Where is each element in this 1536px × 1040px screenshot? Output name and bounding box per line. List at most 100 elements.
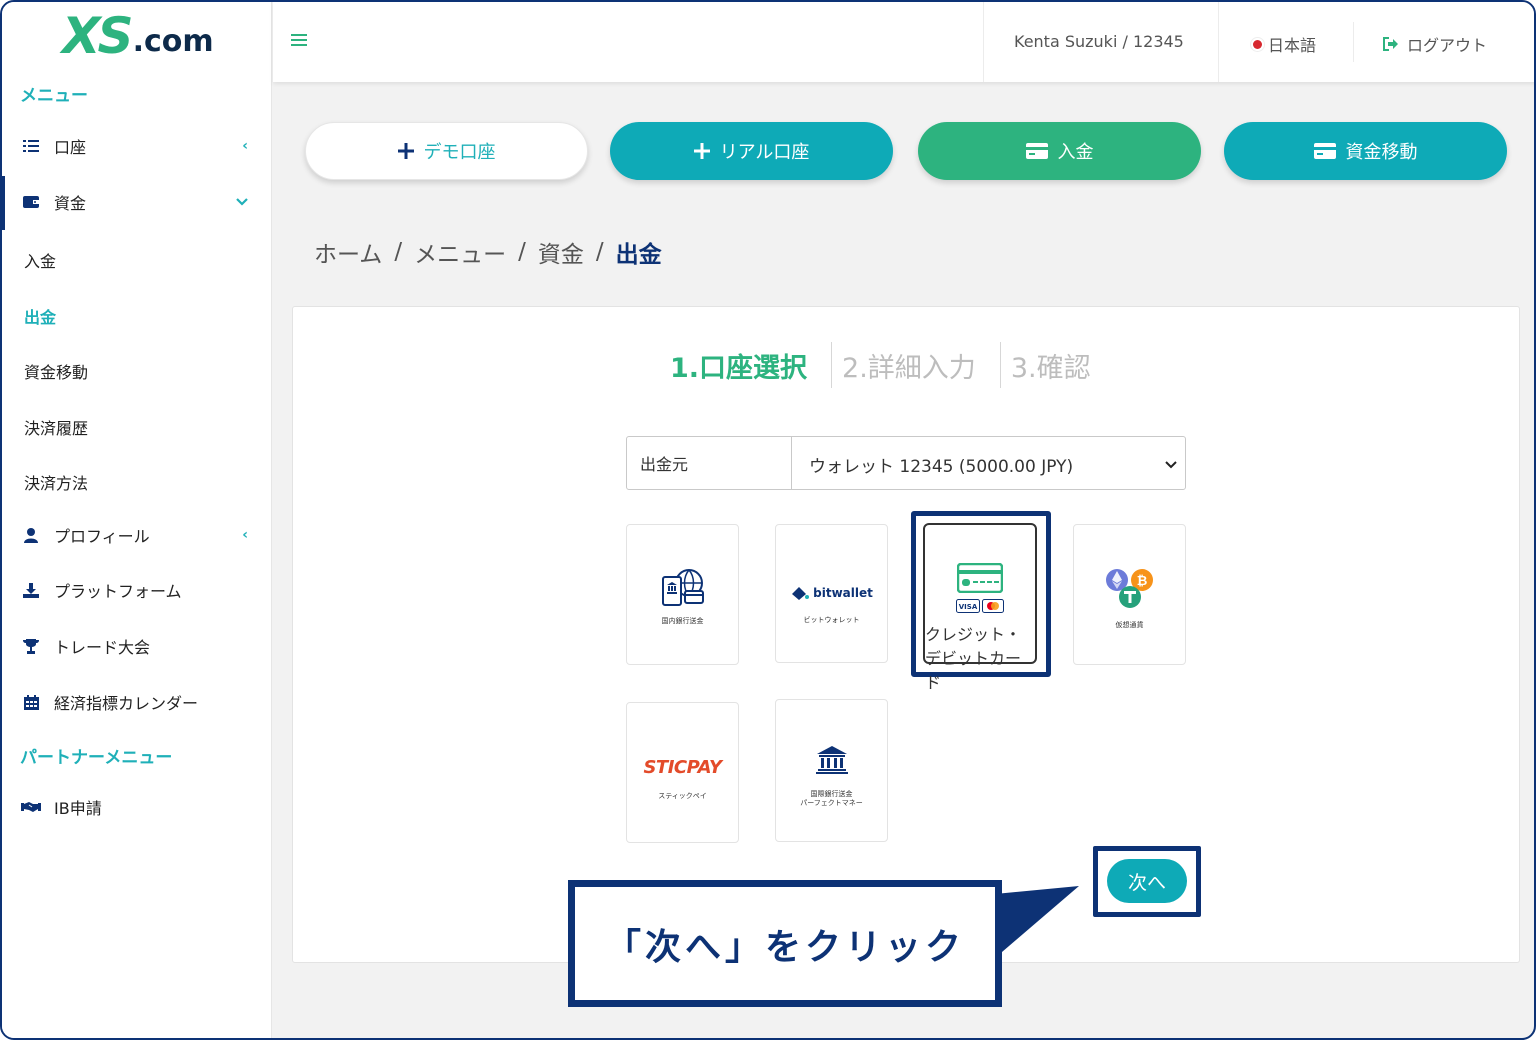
credit-card-icon xyxy=(1025,143,1048,159)
plus-icon xyxy=(693,143,710,159)
logout-label: ログアウト xyxy=(1407,36,1488,55)
bitwallet-brand: bitwallet xyxy=(813,586,873,600)
sidebar-item-ib-apply[interactable]: IB申請 xyxy=(2,787,270,827)
plus-icon xyxy=(397,143,414,159)
button-label: 入金 xyxy=(1057,142,1094,163)
sidebar: XS .com メニュー 口座 ‹ 資金 入金 出金 資金移動 決済履歴 決済方… xyxy=(2,2,272,1038)
sidebar-item-calendar[interactable]: 経済指標カレンダー xyxy=(2,682,270,722)
hamburger-menu-icon[interactable] xyxy=(291,34,307,49)
breadcrumb-current: 出金 xyxy=(615,242,662,268)
xs-logo[interactable]: XS .com xyxy=(62,7,214,65)
sidebar-sub-withdraw[interactable]: 出金 xyxy=(24,304,56,328)
trophy-icon xyxy=(20,638,42,654)
logo-text: XS xyxy=(62,7,134,65)
callout-pointer xyxy=(995,886,1079,958)
source-dropdown[interactable]: ウォレット 12345 (5000.00 JPY) xyxy=(792,437,1185,489)
list-icon xyxy=(20,139,42,153)
step-confirm: 3.確認 xyxy=(1010,352,1091,384)
step-details: 2.詳細入力 xyxy=(842,352,976,384)
chevron-left-icon: ‹ xyxy=(242,138,248,154)
language-selector[interactable]: 日本語 xyxy=(1253,32,1316,56)
sidebar-sub-history[interactable]: 決済履歴 xyxy=(24,415,88,439)
header-divider xyxy=(1218,2,1219,82)
transfer-button[interactable]: 資金移動 xyxy=(1224,122,1507,180)
next-button[interactable]: 次へ xyxy=(1107,859,1187,903)
bitwallet-logo: bitwallet xyxy=(790,586,873,600)
sidebar-item-profile[interactable]: プロフィール ‹ xyxy=(2,515,270,555)
withdraw-source-select[interactable]: 出金元 ウォレット 12345 (5000.00 JPY) xyxy=(626,436,1186,490)
method-label: 国内銀行送金 xyxy=(661,617,704,625)
sidebar-item-label: 経済指標カレンダー xyxy=(54,694,199,713)
source-value: ウォレット 12345 (5000.00 JPY) xyxy=(809,457,1074,477)
deposit-button[interactable]: 入金 xyxy=(918,122,1201,180)
user-icon xyxy=(20,527,42,543)
sidebar-item-accounts[interactable]: 口座 ‹ xyxy=(2,126,270,166)
button-label: デモ口座 xyxy=(423,142,496,163)
sidebar-sub-deposit[interactable]: 入金 xyxy=(24,248,56,272)
sidebar-item-funds[interactable]: 資金 xyxy=(2,182,270,222)
method-label: スティックペイ xyxy=(658,792,707,800)
sidebar-item-label: 資金 xyxy=(54,194,87,213)
sidebar-item-label: 口座 xyxy=(54,138,87,157)
crypto-coins-icon: ₿ xyxy=(1105,565,1155,615)
method-label: ビットウォレット xyxy=(803,616,860,624)
source-label: 出金元 xyxy=(627,437,792,489)
method-label: 仮想通貨 xyxy=(1115,621,1144,629)
step-divider xyxy=(831,342,833,388)
language-label: 日本語 xyxy=(1268,36,1317,55)
svg-text:VISA: VISA xyxy=(959,603,978,611)
withdraw-card xyxy=(292,306,1520,963)
japan-flag-icon xyxy=(1253,39,1262,49)
sidebar-item-label: プラットフォーム xyxy=(54,582,182,601)
menu-section-title: メニュー xyxy=(20,86,88,106)
download-icon xyxy=(20,582,42,598)
chevron-down-icon xyxy=(236,194,248,210)
sticpay-logo: STICPAY xyxy=(643,757,722,778)
button-label: リアル口座 xyxy=(719,142,810,163)
breadcrumb-separator: / xyxy=(595,239,604,265)
card-brand-logos: VISA xyxy=(956,599,1004,613)
sidebar-sub-methods[interactable]: 決済方法 xyxy=(24,470,88,494)
method-credit-card[interactable]: VISA クレジット・デビットカード xyxy=(923,523,1037,692)
method-international-bank[interactable]: 国際銀行送金 パーフェクトマネー xyxy=(775,699,888,842)
breadcrumb-separator: / xyxy=(518,239,526,265)
breadcrumb-home[interactable]: ホーム xyxy=(314,235,382,269)
top-header: Kenta Suzuki / 12345 日本語 ログアウト xyxy=(273,2,1534,82)
instruction-callout: 「次へ」をクリック xyxy=(568,880,1002,1007)
method-bitwallet[interactable]: bitwallet ビットウォレット xyxy=(775,524,888,663)
sidebar-item-label: IB申請 xyxy=(54,799,102,818)
bank-transfer-icon xyxy=(661,567,705,611)
method-domestic-bank[interactable]: 国内銀行送金 xyxy=(626,524,739,665)
svg-text:₿: ₿ xyxy=(1136,574,1147,589)
app-frame: XS .com メニュー 口座 ‹ 資金 入金 出金 資金移動 決済履歴 決済方… xyxy=(0,0,1536,1040)
sidebar-item-platform[interactable]: プラットフォーム xyxy=(2,570,270,610)
logo-suffix: .com xyxy=(132,24,214,59)
calendar-icon xyxy=(20,694,42,710)
sidebar-item-label: トレード大会 xyxy=(54,638,151,657)
partner-section-title: パートナーメニュー xyxy=(20,748,173,768)
breadcrumb-separator: / xyxy=(394,239,403,265)
chevron-left-icon: ‹ xyxy=(242,527,248,543)
handshake-icon xyxy=(20,801,42,813)
credit-card-icon xyxy=(1313,143,1336,159)
callout-text: 「次へ」をクリック xyxy=(604,926,965,968)
step-divider xyxy=(999,342,1001,388)
real-account-button[interactable]: リアル口座 xyxy=(610,122,893,180)
sidebar-item-contest[interactable]: トレード大会 xyxy=(2,626,270,666)
demo-account-button[interactable]: デモ口座 xyxy=(305,122,588,180)
sidebar-sub-transfer[interactable]: 資金移動 xyxy=(24,359,88,383)
step-indicator: 1.口座選択 2.詳細入力 3.確認 xyxy=(670,342,1091,388)
chevron-down-icon xyxy=(1165,454,1177,474)
method-crypto[interactable]: ₿ 仮想通貨 xyxy=(1073,524,1186,665)
breadcrumb: ホーム / メニュー / 資金 / 出金 xyxy=(314,235,662,269)
method-label: 国際銀行送金 パーフェクトマネー xyxy=(800,790,863,807)
header-divider xyxy=(1353,22,1354,62)
header-divider xyxy=(983,2,984,82)
method-sticpay[interactable]: STICPAY スティックペイ xyxy=(626,702,739,843)
logout-link[interactable]: ログアウト xyxy=(1383,32,1487,56)
mastercard-icon xyxy=(982,599,1004,613)
breadcrumb-menu[interactable]: メニュー xyxy=(414,235,506,269)
breadcrumb-funds[interactable]: 資金 xyxy=(538,235,584,269)
logout-icon xyxy=(1383,37,1399,51)
user-account-label: Kenta Suzuki / 12345 xyxy=(1014,32,1184,51)
